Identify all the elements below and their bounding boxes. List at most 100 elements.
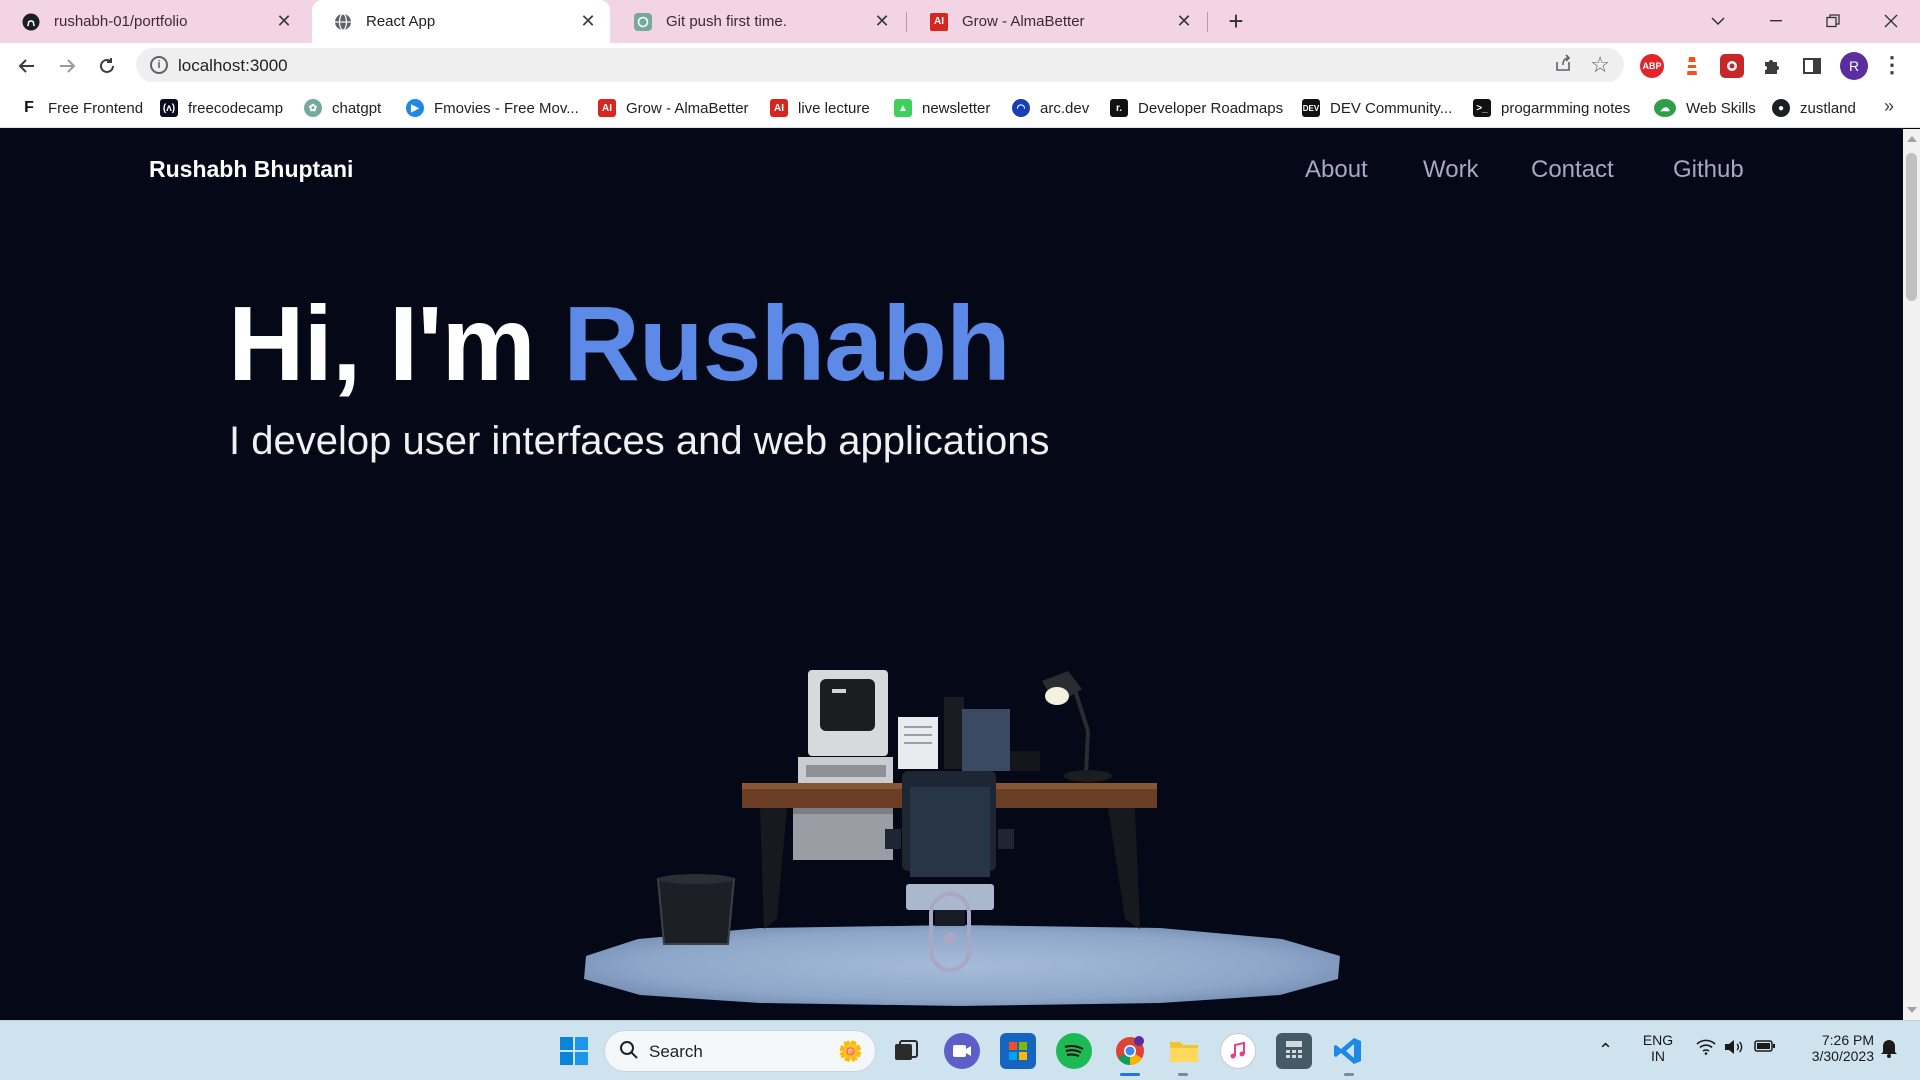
bookmark-zustland[interactable]: ● zustland bbox=[1772, 98, 1856, 118]
bookmark-label: freecodecamp bbox=[188, 99, 284, 117]
tab-title: rushabh-01/portfolio bbox=[54, 13, 188, 30]
scroll-down-indicator[interactable] bbox=[929, 892, 971, 972]
tab-git-push[interactable]: Git push first time. ✕ bbox=[612, 0, 904, 43]
side-panel-icon[interactable] bbox=[1800, 54, 1824, 78]
new-tab-button[interactable]: + bbox=[1222, 7, 1250, 35]
close-tab-icon[interactable]: ✕ bbox=[1172, 10, 1196, 34]
bookmark-label: Developer Roadmaps bbox=[1138, 99, 1284, 117]
tab-separator bbox=[1207, 12, 1208, 32]
back-icon[interactable] bbox=[12, 51, 42, 81]
hero-greeting: Hi, I'm bbox=[228, 285, 564, 403]
tab-almabetter[interactable]: AI Grow - AlmaBetter ✕ bbox=[908, 0, 1206, 43]
bookmark-chatgpt[interactable]: ✿ chatgpt bbox=[304, 98, 381, 118]
site-info-icon[interactable]: i bbox=[150, 56, 168, 74]
chrome-icon[interactable] bbox=[1112, 1033, 1148, 1069]
adblock-plus-icon[interactable]: ABP bbox=[1640, 54, 1664, 78]
taskbar-search-box[interactable]: Search 🌼 bbox=[604, 1030, 876, 1072]
tab-title: Grow - AlmaBetter bbox=[962, 13, 1085, 30]
bookmark-freecodecamp[interactable]: (ʌ) freecodecamp bbox=[160, 98, 283, 118]
arcdev-icon: ◠ bbox=[1012, 99, 1030, 117]
minimize-icon[interactable] bbox=[1762, 7, 1790, 35]
teams-icon[interactable] bbox=[944, 1033, 980, 1069]
address-url[interactable]: localhost:3000 bbox=[178, 56, 288, 76]
lighthouse-icon[interactable] bbox=[1680, 54, 1704, 78]
menu-kebab-icon[interactable]: ⋮ bbox=[1880, 52, 1904, 80]
task-view-icon[interactable] bbox=[888, 1033, 924, 1069]
windows-taskbar: Search 🌼 ⌃ ENG IN 7:26 PM 3/30/2023 bbox=[0, 1020, 1920, 1080]
freefrontend-icon: F bbox=[20, 99, 38, 117]
hero-heading: Hi, I'm Rushabh bbox=[228, 284, 1011, 405]
bookmark-star-icon[interactable]: ☆ bbox=[1590, 52, 1610, 78]
language-line-1: ENG bbox=[1642, 1032, 1674, 1048]
clock[interactable]: 7:26 PM 3/30/2023 bbox=[1790, 1032, 1874, 1064]
close-tab-icon[interactable]: ✕ bbox=[272, 10, 296, 34]
spotify-icon[interactable] bbox=[1056, 1033, 1092, 1069]
bookmark-free-frontend[interactable]: F Free Frontend bbox=[20, 98, 143, 118]
more-bookmarks-icon[interactable]: » bbox=[1884, 96, 1894, 117]
nav-link-github[interactable]: Github bbox=[1673, 156, 1744, 184]
extensions-puzzle-icon[interactable] bbox=[1760, 54, 1784, 78]
bookmark-label: DEV Community... bbox=[1330, 99, 1453, 117]
share-icon[interactable] bbox=[1554, 54, 1572, 77]
site-logo-text[interactable]: Rushabh Bhuptani bbox=[149, 156, 353, 183]
fmovies-icon: ▶ bbox=[406, 99, 424, 117]
github-icon: ● bbox=[1772, 99, 1790, 117]
bookmark-label: Web Skills bbox=[1686, 99, 1756, 117]
language-indicator[interactable]: ENG IN bbox=[1640, 1032, 1676, 1064]
reload-icon[interactable] bbox=[92, 51, 122, 81]
notification-bell-icon[interactable] bbox=[1880, 1038, 1898, 1061]
bookmark-web-skills[interactable]: ☁ Web Skills bbox=[1654, 98, 1756, 118]
calculator-icon[interactable] bbox=[1276, 1033, 1312, 1069]
vscode-icon[interactable] bbox=[1330, 1033, 1366, 1069]
globe-icon bbox=[334, 12, 352, 31]
tab-title: Git push first time. bbox=[666, 13, 787, 30]
file-explorer-icon[interactable] bbox=[1166, 1033, 1202, 1069]
restore-icon[interactable] bbox=[1819, 7, 1847, 35]
bookmark-almabetter[interactable]: AI Grow - AlmaBetter bbox=[598, 98, 749, 118]
close-tab-icon[interactable]: ✕ bbox=[870, 10, 894, 34]
close-tab-icon[interactable]: ✕ bbox=[576, 10, 600, 34]
bookmark-label: arc.dev bbox=[1040, 99, 1090, 117]
scroll-up-arrow-icon[interactable] bbox=[1907, 136, 1917, 142]
open-app-indicator bbox=[1344, 1073, 1354, 1076]
webskills-icon: ☁ bbox=[1654, 99, 1676, 117]
extension-red-icon[interactable] bbox=[1720, 54, 1744, 78]
bookmark-fmovies[interactable]: ▶ Fmovies - Free Mov... bbox=[406, 98, 579, 118]
battery-icon[interactable] bbox=[1754, 1039, 1776, 1056]
tab-react-app[interactable]: React App ✕ bbox=[312, 0, 610, 43]
page-scrollbar[interactable] bbox=[1903, 129, 1920, 1020]
browser-toolbar: i localhost:3000 ☆ ABP R ⋮ bbox=[0, 43, 1920, 88]
bookmark-arc-dev[interactable]: ◠ arc.dev bbox=[1012, 98, 1089, 118]
nav-link-about[interactable]: About bbox=[1305, 156, 1368, 184]
tab-search-icon[interactable] bbox=[1704, 7, 1732, 35]
bookmark-dev-community[interactable]: DEV DEV Community... bbox=[1302, 98, 1452, 118]
freecodecamp-icon: (ʌ) bbox=[160, 99, 178, 117]
scroll-indicator-dot bbox=[944, 932, 956, 944]
chatgpt-icon: ✿ bbox=[304, 99, 322, 117]
start-icon[interactable] bbox=[556, 1033, 592, 1069]
tab-strip: rushabh-01/portfolio ✕ React App ✕ Git p… bbox=[0, 0, 1920, 43]
chatgpt-icon bbox=[634, 12, 652, 31]
bookmarks-bar: F Free Frontend (ʌ) freecodecamp ✿ chatg… bbox=[0, 88, 1920, 128]
bookmark-newsletter[interactable]: ▲ newsletter bbox=[894, 98, 990, 118]
tab-github-portfolio[interactable]: rushabh-01/portfolio ✕ bbox=[0, 0, 306, 43]
volume-icon[interactable] bbox=[1724, 1039, 1744, 1058]
bookmark-developer-roadmaps[interactable]: r. Developer Roadmaps bbox=[1110, 98, 1283, 118]
scroll-down-arrow-icon[interactable] bbox=[1907, 1007, 1917, 1013]
open-app-indicator bbox=[1178, 1073, 1188, 1076]
wifi-icon[interactable] bbox=[1696, 1039, 1716, 1058]
bookmark-live-lecture[interactable]: AI live lecture bbox=[770, 98, 870, 118]
forward-icon[interactable] bbox=[52, 51, 82, 81]
dev-icon: DEV bbox=[1302, 99, 1320, 117]
close-window-icon[interactable] bbox=[1877, 7, 1905, 35]
hidden-icons-chevron-icon[interactable]: ⌃ bbox=[1598, 1040, 1613, 1061]
profile-avatar[interactable]: R bbox=[1840, 52, 1868, 80]
store-icon[interactable] bbox=[1000, 1033, 1036, 1069]
itunes-icon[interactable] bbox=[1220, 1033, 1256, 1069]
address-bar[interactable]: i localhost:3000 ☆ bbox=[136, 48, 1624, 82]
nav-link-work[interactable]: Work bbox=[1423, 156, 1479, 184]
scrollbar-thumb[interactable] bbox=[1906, 153, 1917, 301]
bookmark-programming-notes[interactable]: >_ progarmming notes bbox=[1473, 98, 1630, 118]
nav-link-contact[interactable]: Contact bbox=[1531, 156, 1614, 184]
roadmap-icon: r. bbox=[1110, 99, 1128, 117]
